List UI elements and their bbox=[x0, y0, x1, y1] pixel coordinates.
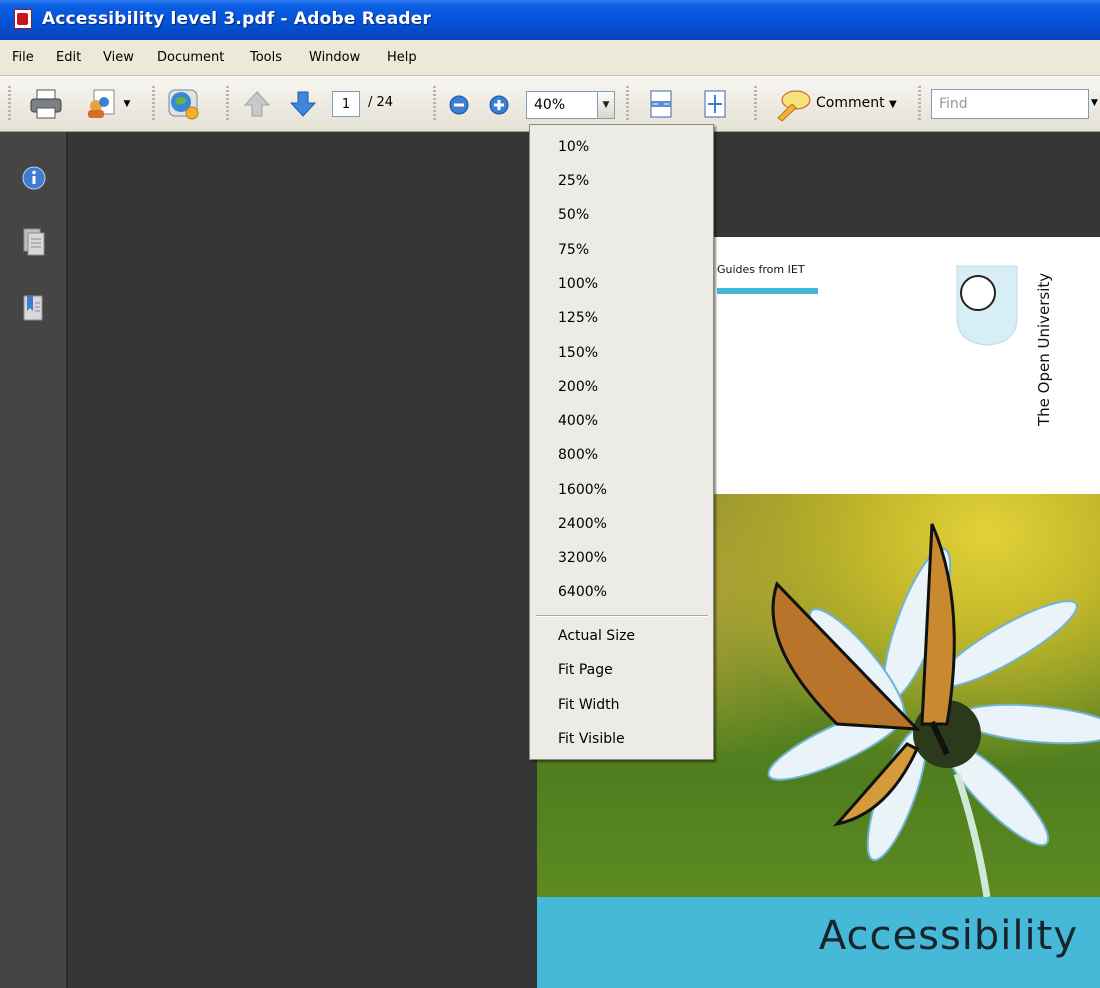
page-number-input[interactable]: 1 bbox=[332, 91, 360, 117]
menu-bar: File Edit View Document Tools Window Hel… bbox=[0, 40, 1100, 76]
window-title: Accessibility level 3.pdf - Adobe Reader bbox=[42, 9, 432, 29]
zoom-option-800[interactable]: 800% bbox=[558, 447, 598, 463]
toolbar-grip[interactable] bbox=[918, 86, 921, 120]
pages-icon bbox=[23, 228, 45, 256]
toolbar-grip[interactable] bbox=[626, 86, 629, 120]
fit-page-icon bbox=[704, 90, 726, 118]
print-button[interactable] bbox=[28, 88, 64, 120]
zoom-option-150[interactable]: 150% bbox=[558, 345, 598, 361]
menu-view[interactable]: View bbox=[103, 50, 134, 65]
chevron-down-icon: ▼ bbox=[889, 99, 897, 110]
toolbar-grip[interactable] bbox=[226, 86, 229, 120]
zoom-in-icon bbox=[489, 95, 509, 115]
collaborate-button[interactable]: ▼ bbox=[80, 88, 134, 120]
chevron-down-icon: ▼ bbox=[602, 100, 610, 110]
zoom-option-6400[interactable]: 6400% bbox=[558, 584, 607, 600]
next-page-icon bbox=[289, 91, 317, 117]
adobe-reader-icon bbox=[14, 9, 32, 29]
menu-edit[interactable]: Edit bbox=[56, 50, 81, 65]
comment-icon bbox=[777, 90, 811, 122]
title-bar: Accessibility level 3.pdf - Adobe Reader bbox=[0, 0, 1100, 40]
cover-title-band: Accessibility bbox=[537, 897, 1100, 988]
bookmarks-button[interactable] bbox=[20, 292, 48, 324]
zoom-out-icon bbox=[449, 95, 469, 115]
zoom-out-button[interactable] bbox=[446, 92, 472, 118]
secure-icon bbox=[168, 89, 199, 120]
zoom-menu: 10% 25% 50% 75% 100% 125% 150% 200% 400%… bbox=[529, 124, 714, 760]
previous-page-button[interactable] bbox=[240, 88, 274, 120]
zoom-option-400[interactable]: 400% bbox=[558, 413, 598, 429]
chevron-down-icon: ▼ bbox=[123, 99, 131, 109]
zoom-dropdown-button[interactable]: ▼ bbox=[597, 91, 615, 119]
zoom-option-fit-width[interactable]: Fit Width bbox=[558, 697, 620, 713]
chevron-down-icon[interactable]: ▼ bbox=[1091, 98, 1098, 108]
comment-button[interactable]: Comment ▼ bbox=[816, 95, 897, 111]
zoom-option-1600[interactable]: 1600% bbox=[558, 482, 607, 498]
fit-page-button[interactable] bbox=[700, 88, 730, 120]
find-input[interactable]: Find bbox=[931, 89, 1089, 119]
secure-button[interactable] bbox=[164, 86, 206, 122]
page-total: / 24 bbox=[368, 95, 394, 110]
toolbar-grip[interactable] bbox=[8, 86, 11, 120]
print-icon bbox=[30, 89, 62, 119]
zoom-option-2400[interactable]: 2400% bbox=[558, 516, 607, 532]
zoom-option-75[interactable]: 75% bbox=[558, 242, 589, 258]
bookmarks-icon bbox=[23, 295, 43, 321]
zoom-option-fit-visible[interactable]: Fit Visible bbox=[558, 731, 625, 747]
open-university-logo bbox=[956, 265, 1018, 346]
previous-page-icon bbox=[243, 91, 271, 117]
zoom-option-actual-size[interactable]: Actual Size bbox=[558, 628, 635, 644]
toolbar-grip[interactable] bbox=[433, 86, 436, 120]
comment-label: Comment bbox=[816, 95, 885, 111]
collaborate-icon bbox=[87, 89, 115, 118]
guides-text: Guides from IET bbox=[717, 263, 805, 276]
zoom-option-50[interactable]: 50% bbox=[558, 207, 589, 223]
info-button[interactable] bbox=[20, 164, 48, 192]
zoom-option-10[interactable]: 10% bbox=[558, 139, 589, 155]
zoom-option-fit-page[interactable]: Fit Page bbox=[558, 662, 613, 678]
zoom-in-button[interactable] bbox=[486, 92, 512, 118]
zoom-option-3200[interactable]: 3200% bbox=[558, 550, 607, 566]
zoom-option-125[interactable]: 125% bbox=[558, 310, 598, 326]
navigation-sidebar bbox=[0, 132, 68, 988]
zoom-input[interactable]: 40% bbox=[526, 91, 598, 119]
menu-window[interactable]: Window bbox=[309, 50, 360, 65]
zoom-option-100[interactable]: 100% bbox=[558, 276, 598, 292]
info-icon bbox=[22, 166, 46, 190]
fit-width-icon bbox=[650, 90, 672, 118]
menu-separator bbox=[536, 615, 708, 617]
menu-help[interactable]: Help bbox=[387, 50, 417, 65]
pages-button[interactable] bbox=[20, 226, 48, 258]
cover-title: Accessibility bbox=[818, 913, 1078, 959]
next-page-button[interactable] bbox=[286, 88, 320, 120]
decorative-rule bbox=[717, 288, 818, 294]
toolbar-grip[interactable] bbox=[754, 86, 757, 120]
toolbar-grip[interactable] bbox=[152, 86, 155, 120]
comment-icon-button[interactable] bbox=[770, 88, 814, 122]
publisher-vertical-text: The Open University bbox=[1035, 273, 1053, 427]
zoom-option-200[interactable]: 200% bbox=[558, 379, 598, 395]
fit-width-button[interactable] bbox=[646, 88, 676, 120]
menu-file[interactable]: File bbox=[12, 50, 34, 65]
publisher-text: The Open University bbox=[1035, 273, 1053, 427]
menu-tools[interactable]: Tools bbox=[250, 50, 282, 65]
menu-document[interactable]: Document bbox=[157, 50, 224, 65]
zoom-option-25[interactable]: 25% bbox=[558, 173, 589, 189]
